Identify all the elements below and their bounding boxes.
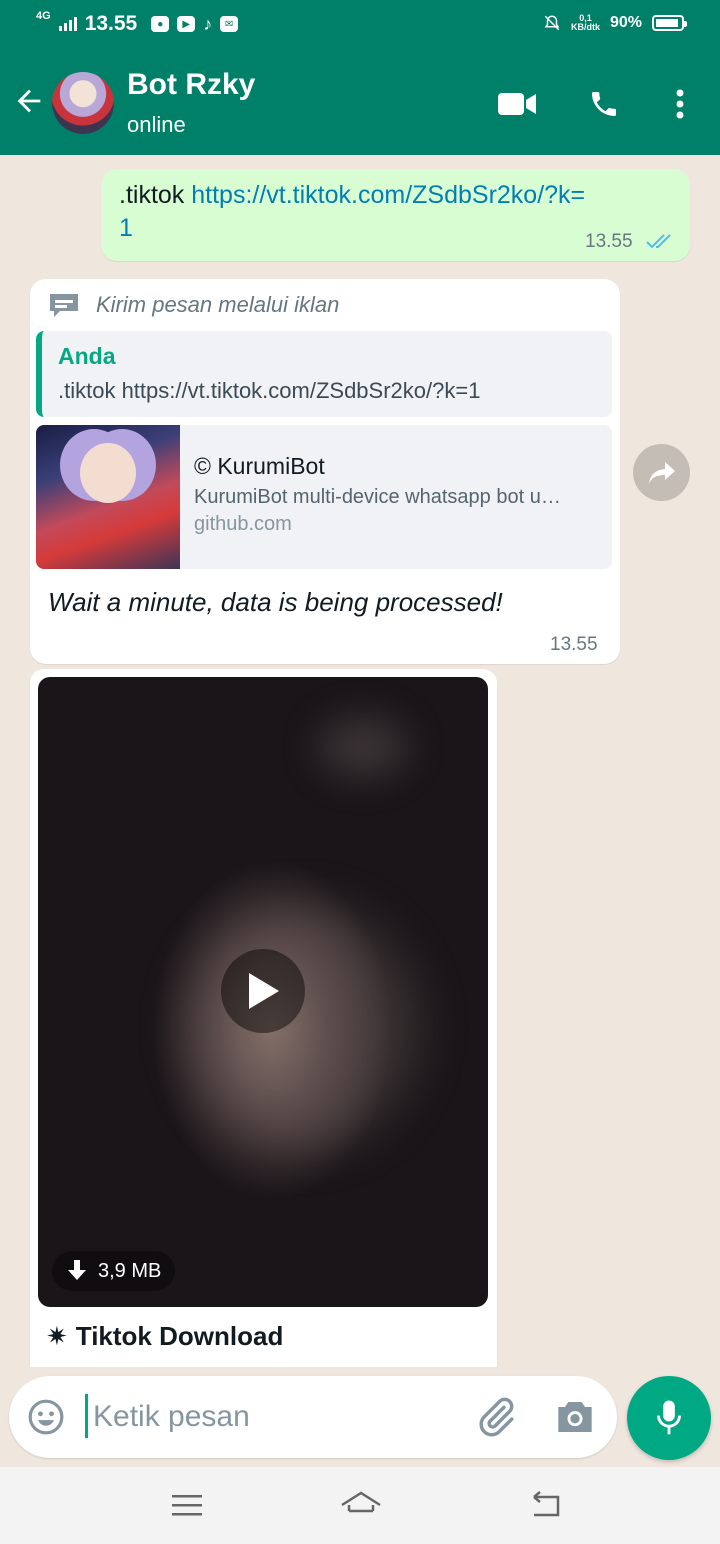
tiktok-icon: ♪ bbox=[203, 13, 213, 34]
data-speed: 0,1 KB/dtk bbox=[571, 14, 600, 32]
voice-call-icon[interactable] bbox=[584, 86, 624, 122]
app-bar: Bot Rzky online bbox=[0, 52, 720, 155]
signal-icon bbox=[58, 17, 77, 31]
back-arrow-icon[interactable] bbox=[12, 84, 46, 118]
data-speed-unit: KB/dtk bbox=[570, 22, 600, 32]
video-size: 3,9 MB bbox=[98, 1259, 162, 1282]
quote-text: .tiktok https://vt.tiktok.com/ZSdbSr2ko/… bbox=[58, 378, 481, 403]
message-command: .tiktok bbox=[119, 181, 185, 209]
youtube-icon: ▶ bbox=[177, 16, 196, 32]
message-link-wrap[interactable]: 1 bbox=[119, 214, 133, 242]
outgoing-message[interactable]: .tiktok https://vt.tiktok.com/ZSdbSr2ko/… bbox=[101, 169, 690, 261]
message-input[interactable] bbox=[93, 1392, 463, 1442]
preview-info: © KurumiBot KurumiBot multi-device whats… bbox=[194, 453, 604, 536]
read-ticks-icon bbox=[646, 234, 671, 249]
input-bar bbox=[0, 1367, 720, 1467]
network-type: 4G bbox=[36, 10, 51, 22]
quote-author: Anda bbox=[58, 343, 116, 369]
video-message[interactable]: 3,9 MB ✷ Tiktok Download bbox=[30, 669, 497, 1367]
mic-icon bbox=[657, 1400, 681, 1435]
chat-header: 4G 13.55 ● ▶ ♪ ✉ 0,1 KB/dtk 90% Bot Rzky… bbox=[0, 0, 720, 155]
video-thumbnail[interactable]: 3,9 MB bbox=[38, 677, 488, 1307]
game-icon: ● bbox=[151, 16, 170, 32]
preview-thumbnail bbox=[36, 425, 180, 569]
message-input-container[interactable] bbox=[9, 1376, 617, 1458]
preview-description: KurumiBot multi-device whatsapp bot u… bbox=[194, 486, 561, 508]
incoming-message[interactable]: Kirim pesan melalui iklan Anda .tiktok h… bbox=[30, 279, 620, 664]
home-icon[interactable] bbox=[340, 1489, 382, 1521]
message-link[interactable]: https://vt.tiktok.com/ZSdbSr2ko/?k= bbox=[191, 181, 585, 209]
download-button[interactable]: 3,9 MB bbox=[52, 1251, 176, 1291]
link-preview[interactable]: © KurumiBot KurumiBot multi-device whats… bbox=[36, 425, 612, 569]
download-icon bbox=[68, 1260, 86, 1280]
contact-avatar[interactable] bbox=[52, 72, 114, 134]
notification-icons: ● ▶ ♪ ✉ bbox=[151, 13, 239, 35]
quoted-message[interactable]: Anda .tiktok https://vt.tiktok.com/ZSdbS… bbox=[36, 331, 612, 417]
forward-button[interactable] bbox=[633, 444, 690, 501]
more-icon[interactable] bbox=[660, 86, 700, 122]
message-time: 13.55 bbox=[585, 231, 633, 252]
mail-icon: ✉ bbox=[220, 16, 239, 32]
mic-button[interactable] bbox=[627, 1376, 711, 1460]
battery-percent: 90% bbox=[609, 14, 642, 31]
play-button[interactable] bbox=[221, 949, 305, 1033]
status-bar-left: 4G 13.55 ● ▶ ♪ ✉ bbox=[36, 10, 239, 36]
message-text: Wait a minute, data is being processed! bbox=[48, 587, 503, 617]
status-bar: 4G 13.55 ● ▶ ♪ ✉ 0,1 KB/dtk 90% bbox=[0, 0, 720, 52]
status-bar-right: 0,1 KB/dtk 90% bbox=[543, 14, 687, 32]
contact-name[interactable]: Bot Rzky bbox=[127, 68, 255, 102]
chat-area[interactable]: .tiktok https://vt.tiktok.com/ZSdbSr2ko/… bbox=[0, 155, 720, 1367]
ad-message-icon bbox=[50, 294, 78, 317]
caption-icon: ✷ bbox=[46, 1321, 68, 1351]
battery-fill bbox=[656, 19, 678, 27]
caption-text: Tiktok Download bbox=[75, 1321, 284, 1351]
preview-domain: github.com bbox=[194, 513, 292, 535]
contact-status: online bbox=[127, 112, 186, 137]
video-call-icon[interactable] bbox=[497, 86, 537, 122]
mute-icon bbox=[544, 15, 560, 31]
attach-icon[interactable] bbox=[475, 1396, 517, 1438]
forward-icon bbox=[648, 461, 675, 484]
message-time: 13.55 bbox=[550, 634, 598, 655]
emoji-icon[interactable] bbox=[27, 1398, 65, 1436]
menu-icon[interactable] bbox=[169, 1489, 205, 1521]
status-time: 13.55 bbox=[84, 12, 138, 35]
navigation-bar bbox=[0, 1467, 720, 1544]
forwarded-text: Kirim pesan melalui iklan bbox=[96, 292, 340, 317]
battery-icon bbox=[652, 15, 687, 31]
camera-icon[interactable] bbox=[555, 1398, 595, 1436]
forwarded-label: Kirim pesan melalui iklan bbox=[46, 291, 339, 319]
play-icon bbox=[249, 973, 279, 1009]
video-caption: ✷ Tiktok Download bbox=[46, 1321, 283, 1352]
text-cursor bbox=[85, 1394, 88, 1438]
preview-title: © KurumiBot bbox=[194, 453, 325, 479]
back-icon[interactable] bbox=[528, 1489, 564, 1521]
